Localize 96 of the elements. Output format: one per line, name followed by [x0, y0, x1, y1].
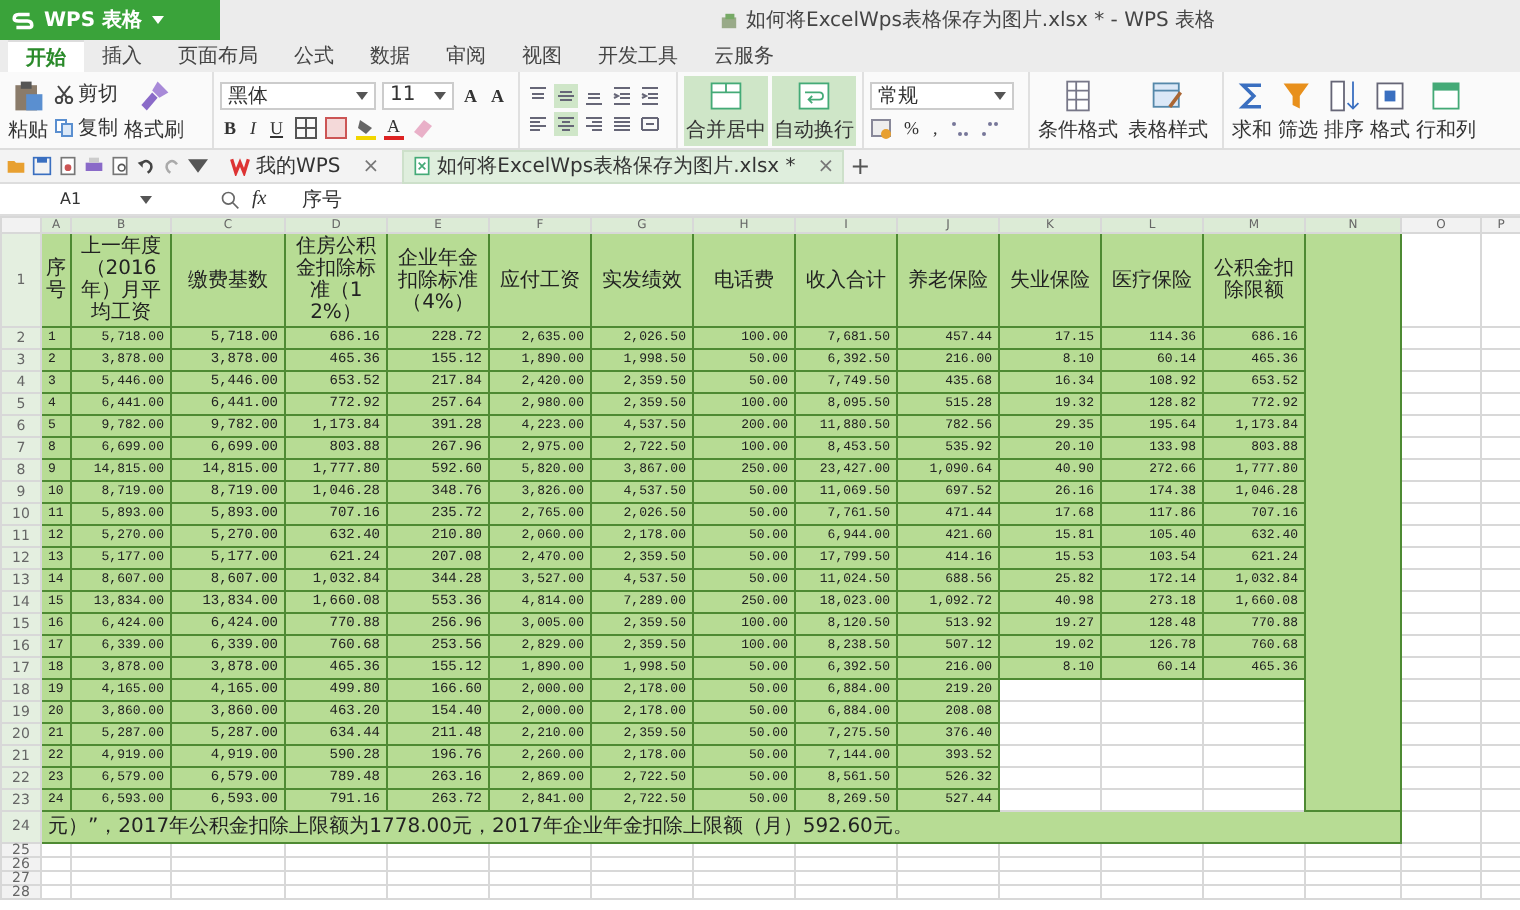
- preview-icon[interactable]: [110, 156, 130, 176]
- paintbrush-icon: [136, 77, 172, 113]
- scissors-icon: [54, 83, 74, 103]
- cut-button[interactable]: 剪切: [54, 79, 118, 107]
- caret-icon: [356, 91, 368, 99]
- menu-tab[interactable]: 视图: [504, 40, 580, 72]
- font-style-button[interactable]: U: [266, 117, 288, 137]
- document-tab[interactable]: 我的WPS ×: [222, 151, 388, 181]
- caret-icon: [434, 91, 446, 99]
- column-heading: 企业年金扣除标准（4%）: [387, 233, 489, 327]
- undo-icon[interactable]: [136, 156, 156, 176]
- align-icon[interactable]: [554, 112, 578, 136]
- menu-tab[interactable]: 数据: [352, 40, 428, 72]
- copy-button[interactable]: 复制: [54, 113, 118, 141]
- menu-tab[interactable]: 云服务: [696, 40, 792, 72]
- column-heading: 实发绩效: [591, 233, 693, 327]
- column-heading: 电话费: [693, 233, 795, 327]
- caret-icon[interactable]: [188, 156, 208, 176]
- formula-field[interactable]: 序号: [302, 185, 343, 213]
- number-format-field[interactable]: 常规: [870, 81, 1014, 109]
- paste-button[interactable]: 粘贴: [6, 75, 50, 145]
- align-icon[interactable]: [526, 112, 550, 136]
- font-color-button[interactable]: A: [383, 115, 405, 139]
- merge-center-button[interactable]: 合并居中: [684, 75, 768, 145]
- cell-style-icon[interactable]: [323, 115, 348, 139]
- fill-color-icon[interactable]: [353, 115, 378, 139]
- comma-button[interactable]: ,: [929, 117, 942, 137]
- grid-icon: [1372, 77, 1408, 113]
- caret-icon: [140, 195, 152, 203]
- close-tab-button[interactable]: ×: [817, 155, 835, 177]
- currency-icon[interactable]: [870, 115, 894, 139]
- sheet-file-icon: [411, 156, 432, 176]
- caret-icon: [994, 91, 1006, 99]
- align-icon[interactable]: [582, 112, 606, 136]
- column-heading: 失业保险: [999, 233, 1101, 327]
- note-text: 元）”，2017年公积金扣除上限额为1778.00元，2017年企业年金扣除上限额（月）592.60元。: [48, 816, 913, 838]
- percent-button[interactable]: %: [900, 117, 923, 137]
- logo-icon: [12, 9, 34, 31]
- sort-icon: [1326, 77, 1362, 113]
- w-logo-icon: [230, 156, 250, 176]
- table-style-button[interactable]: 表格样式: [1126, 75, 1210, 145]
- align-icon[interactable]: [610, 84, 634, 108]
- document-icon[interactable]: [58, 156, 78, 176]
- close-tab-button[interactable]: ×: [362, 155, 380, 177]
- menu-tab[interactable]: 页面布局: [160, 40, 276, 72]
- window-title: 如何将ExcelWps表格保存为图片.xlsx * - WPS 表格: [746, 7, 1216, 34]
- conditional-format-button[interactable]: 条件格式: [1036, 75, 1120, 145]
- menu-tab[interactable]: 开发工具: [580, 40, 696, 72]
- column-heading: 医疗保险: [1101, 233, 1203, 327]
- function-button[interactable]: fx: [252, 188, 267, 210]
- increase-font-button[interactable]: A: [460, 85, 481, 105]
- column-heading: 应付工资: [489, 233, 591, 327]
- font-name-field[interactable]: 黑体: [220, 81, 376, 109]
- wrap-text-icon: [796, 77, 832, 113]
- column-heading: 上一年度（2016年）月平均工资: [71, 233, 171, 327]
- borders-icon[interactable]: [293, 115, 318, 139]
- table-brush-icon: [1150, 77, 1186, 113]
- menu-tab[interactable]: 审阅: [428, 40, 504, 72]
- clipboard-icon: [10, 77, 46, 113]
- column-heading: 公积金扣除限额: [1203, 233, 1305, 327]
- decrease-font-button[interactable]: A: [487, 85, 508, 105]
- column-heading: 序号: [41, 233, 71, 327]
- align-icon[interactable]: [610, 112, 634, 136]
- copy-icon: [54, 117, 74, 137]
- menu-tab[interactable]: 公式: [276, 40, 352, 72]
- filter-button[interactable]: 筛选: [1276, 75, 1320, 145]
- column-heading: 养老保险: [897, 233, 999, 327]
- font-style-button[interactable]: I: [246, 117, 261, 137]
- menu-tab[interactable]: 开始: [8, 40, 84, 72]
- table-icon: [1060, 77, 1096, 113]
- format-button[interactable]: 格式: [1368, 75, 1412, 145]
- merge-cells-icon: [708, 77, 744, 113]
- format-painter-button[interactable]: 格式刷: [122, 75, 186, 145]
- save-icon[interactable]: [32, 156, 52, 176]
- font-style-button[interactable]: B: [220, 117, 241, 137]
- align-icon[interactable]: [638, 112, 662, 136]
- sum-button[interactable]: 求和: [1230, 75, 1274, 145]
- align-icon[interactable]: [638, 84, 662, 108]
- zoom-icon[interactable]: [220, 189, 240, 209]
- font-size-field[interactable]: 11: [382, 81, 454, 109]
- rows-cols-button[interactable]: 行和列: [1414, 75, 1478, 145]
- rows-columns-icon: [1428, 77, 1464, 113]
- new-tab-button[interactable]: +: [850, 152, 871, 180]
- align-icon[interactable]: [554, 84, 578, 108]
- printer-icon[interactable]: [84, 156, 104, 176]
- wrap-text-button[interactable]: 自动换行: [772, 75, 856, 145]
- caret-icon: [152, 16, 165, 24]
- sort-button[interactable]: 排序: [1322, 75, 1366, 145]
- menu-tab[interactable]: 插入: [84, 40, 160, 72]
- column-heading: 收入合计: [795, 233, 897, 327]
- name-box[interactable]: A1: [0, 190, 164, 208]
- document-tab[interactable]: 如何将ExcelWps表格保存为图片.xlsx * ×: [401, 149, 845, 183]
- file-icon: [720, 11, 738, 29]
- column-heading: 住房公积金扣除标准（12%）: [285, 233, 387, 327]
- column-heading: 缴费基数: [171, 233, 285, 327]
- app-menu-button[interactable]: WPS 表格: [0, 0, 220, 40]
